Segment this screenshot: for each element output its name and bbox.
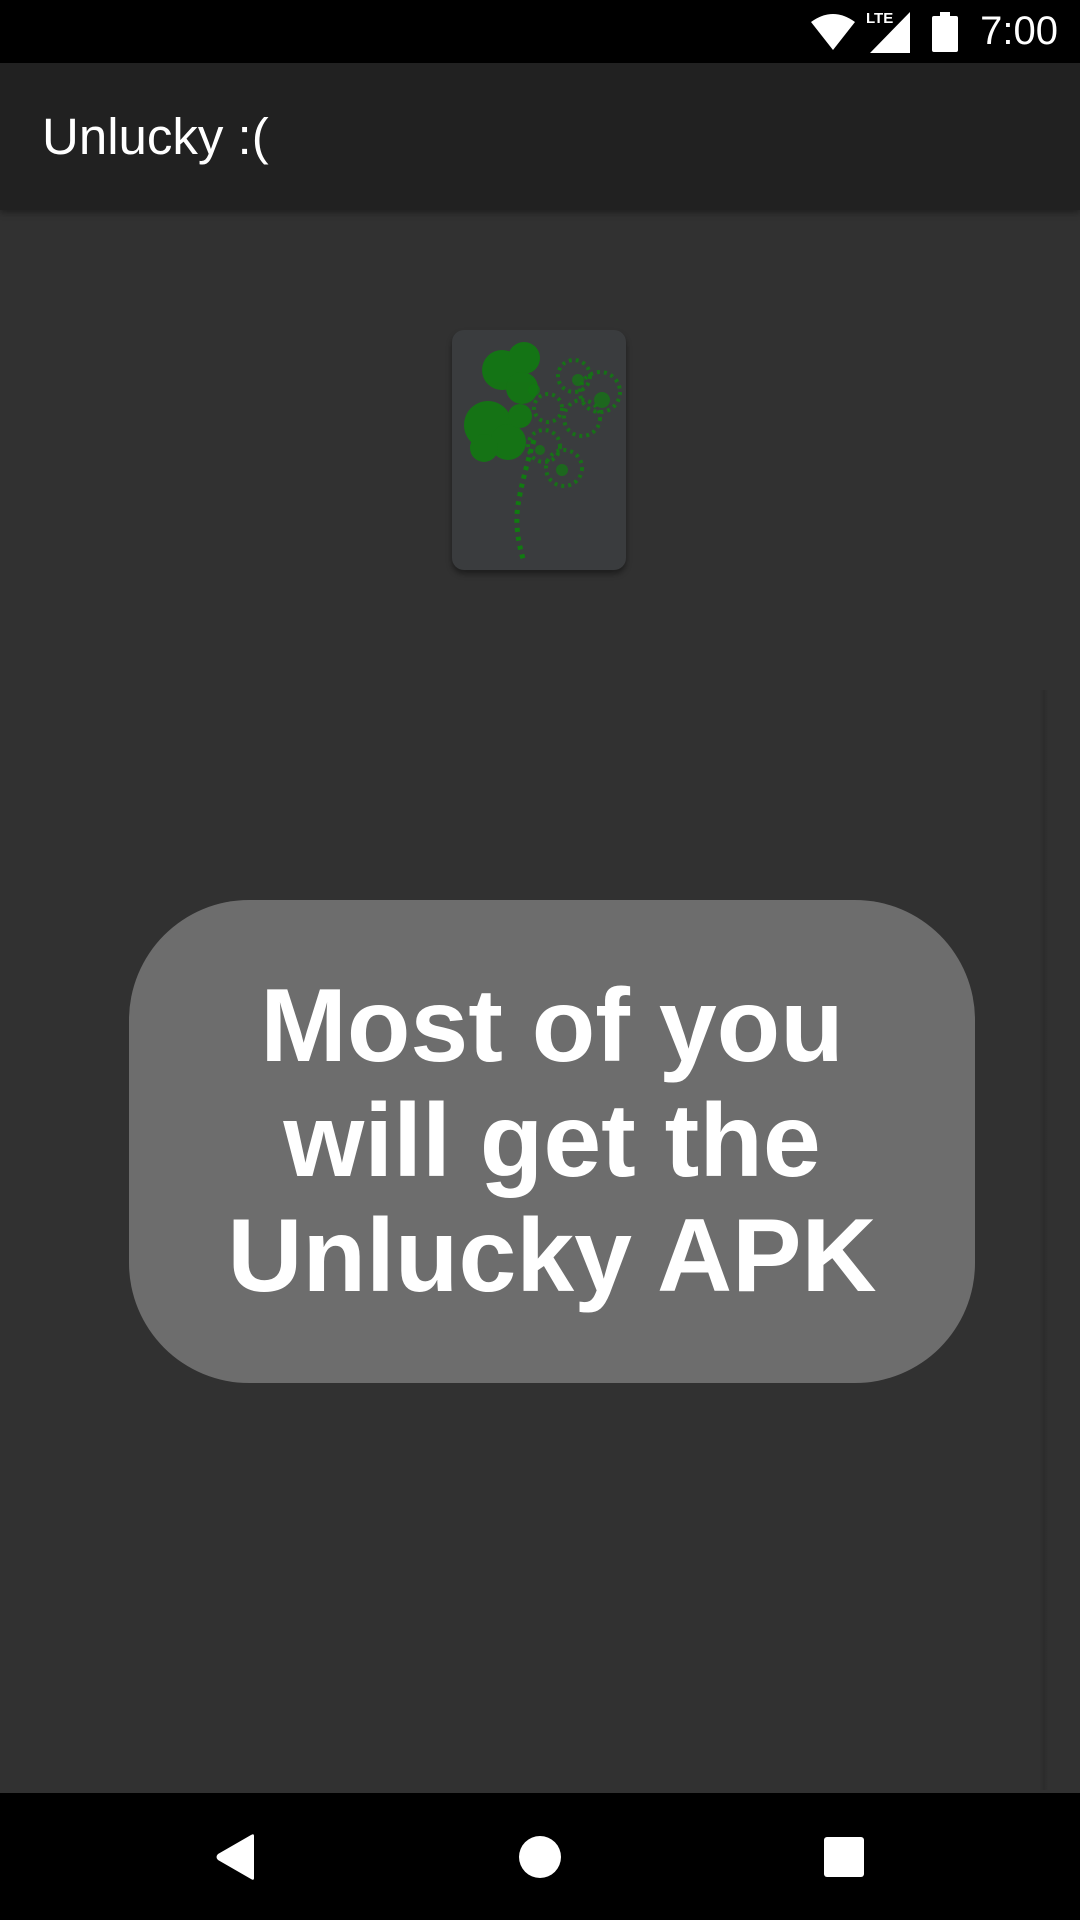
app-title: Unlucky :( (42, 108, 269, 165)
back-button[interactable] (166, 1793, 306, 1920)
status-icons: LTE 7:00 (810, 0, 1058, 63)
battery-icon (932, 11, 959, 52)
four-leaf-clover-icon (464, 342, 622, 563)
home-button[interactable] (470, 1793, 610, 1920)
app-bar: Unlucky :( (0, 63, 1080, 210)
message-bubble: Most of you will get the Unlucky APK (129, 900, 975, 1383)
recents-icon (824, 1836, 864, 1877)
status-time: 7:00 (980, 9, 1058, 53)
scroll-edge (1040, 690, 1048, 1790)
status-bar: LTE 7:00 (0, 0, 1080, 63)
lte-label: LTE (866, 10, 893, 27)
screen: LTE 7:00 Unlucky :(Most of you will get… (0, 0, 1080, 1920)
content-area: Most of you will get the Unlucky APK (0, 210, 1080, 1793)
lte-signal-icon: LTE (866, 9, 912, 55)
message-text: Most of you will get the Unlucky APK (227, 968, 877, 1314)
navigation-bar (0, 1793, 1080, 1920)
clover-image[interactable] (452, 330, 626, 570)
wifi-icon (810, 12, 856, 52)
recents-button[interactable] (774, 1793, 914, 1920)
back-icon (216, 1833, 254, 1880)
home-icon (519, 1835, 561, 1878)
